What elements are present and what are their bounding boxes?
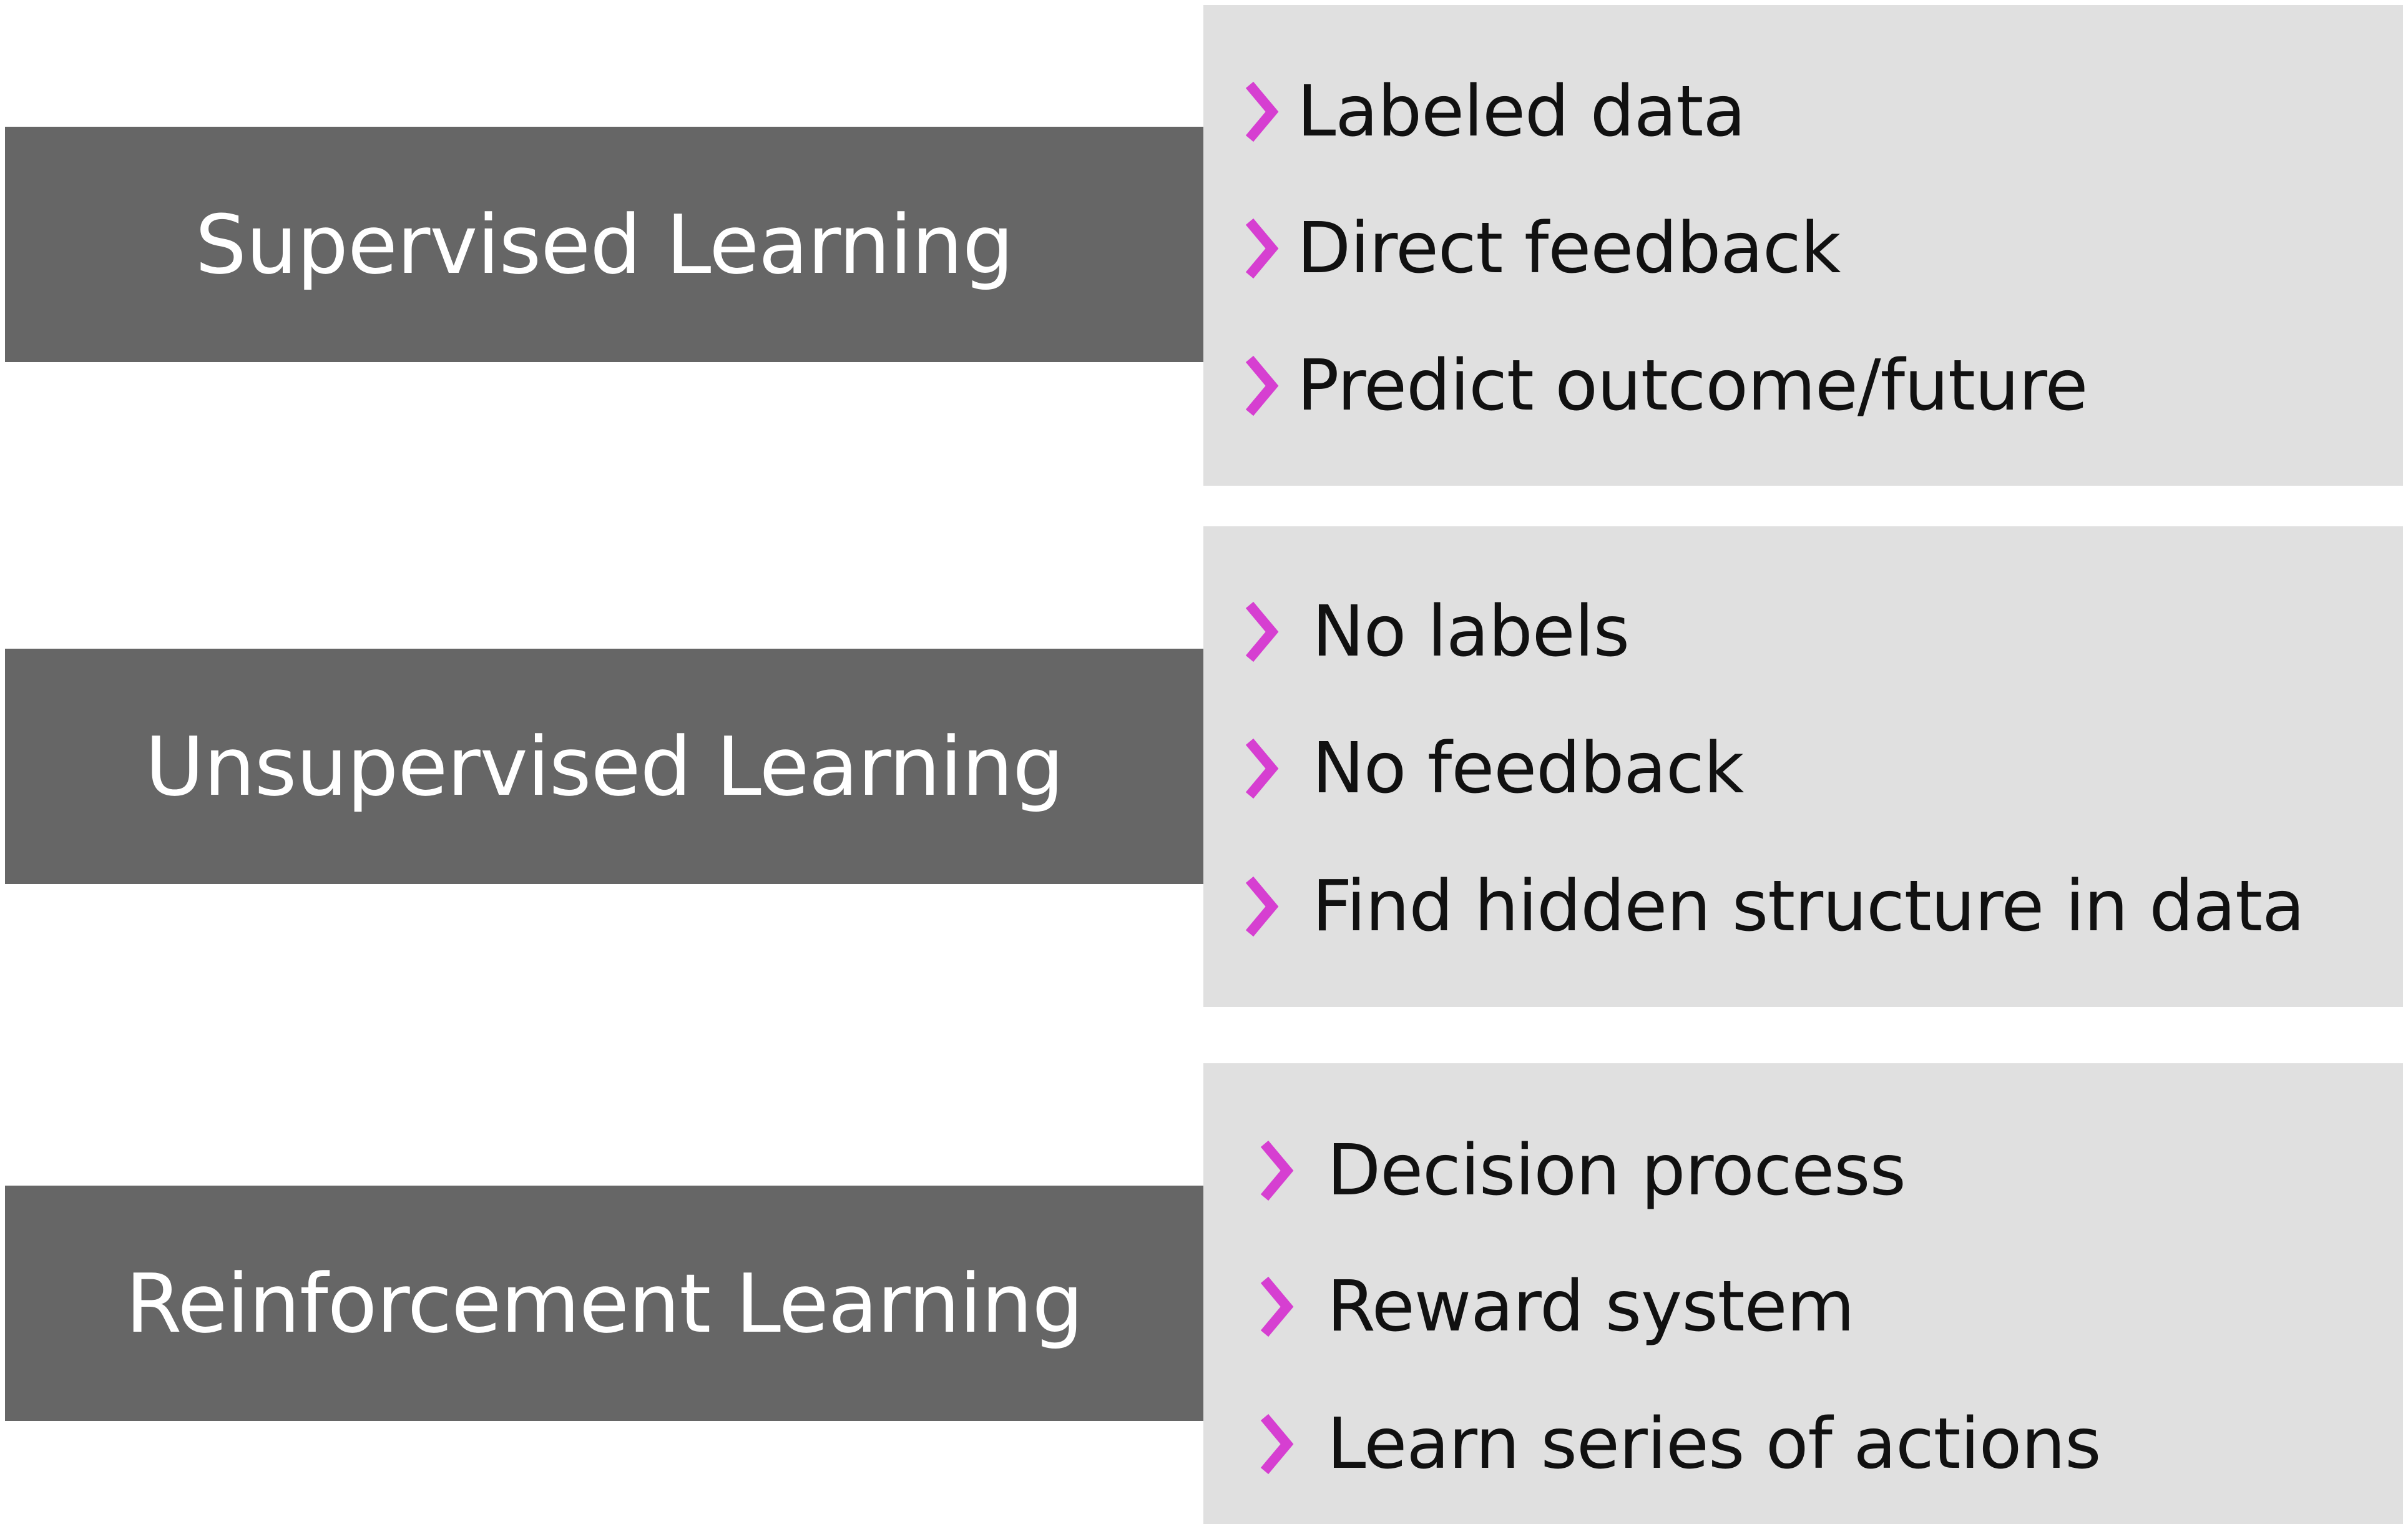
list-item-text: Predict outcome/future — [1297, 345, 2088, 426]
list-item: No labels — [1240, 591, 1630, 672]
chevron-right-icon — [1245, 876, 1279, 937]
list-item: No feedback — [1240, 728, 1744, 809]
category-title: Reinforcement Learning — [125, 1256, 1084, 1351]
chevron-right-icon — [1245, 218, 1279, 279]
list-item-text: Find hidden structure in data — [1312, 866, 2305, 947]
list-item: Labeled data — [1240, 71, 1746, 152]
category-title-box: Unsupervised Learning — [5, 649, 1203, 884]
list-item-text: Decision process — [1327, 1130, 1906, 1211]
list-item: Decision process — [1255, 1130, 1906, 1211]
chevron-right-icon — [1245, 81, 1279, 142]
list-item-text: Reward system — [1327, 1266, 1855, 1347]
chevron-right-icon — [1245, 355, 1279, 416]
category-detail-box: Decision process Reward system Learn ser… — [1203, 1063, 2403, 1524]
chevron-right-icon — [1260, 1413, 1294, 1475]
list-item-text: No labels — [1312, 591, 1630, 672]
list-item-text: No feedback — [1312, 728, 1744, 809]
chevron-right-icon — [1260, 1140, 1294, 1201]
category-title-box: Supervised Learning — [5, 127, 1203, 362]
category-title-box: Reinforcement Learning — [5, 1186, 1203, 1421]
chevron-right-icon — [1245, 601, 1279, 662]
category-detail-box: Labeled data Direct feedback Predict out… — [1203, 5, 2403, 486]
list-item: Direct feedback — [1240, 208, 1841, 289]
list-item-text: Learn series of actions — [1327, 1404, 2102, 1485]
category-title: Unsupervised Learning — [145, 719, 1064, 814]
list-item: Reward system — [1255, 1266, 1855, 1347]
list-item: Find hidden structure in data — [1240, 866, 2305, 947]
list-item: Learn series of actions — [1255, 1404, 2102, 1485]
list-item-text: Direct feedback — [1297, 208, 1841, 289]
list-item-text: Labeled data — [1297, 71, 1746, 152]
category-title: Supervised Learning — [195, 197, 1014, 292]
chevron-right-icon — [1245, 738, 1279, 799]
chevron-right-icon — [1260, 1276, 1294, 1337]
category-detail-box: No labels No feedback Find hidden struct… — [1203, 526, 2403, 1007]
list-item: Predict outcome/future — [1240, 345, 2088, 426]
